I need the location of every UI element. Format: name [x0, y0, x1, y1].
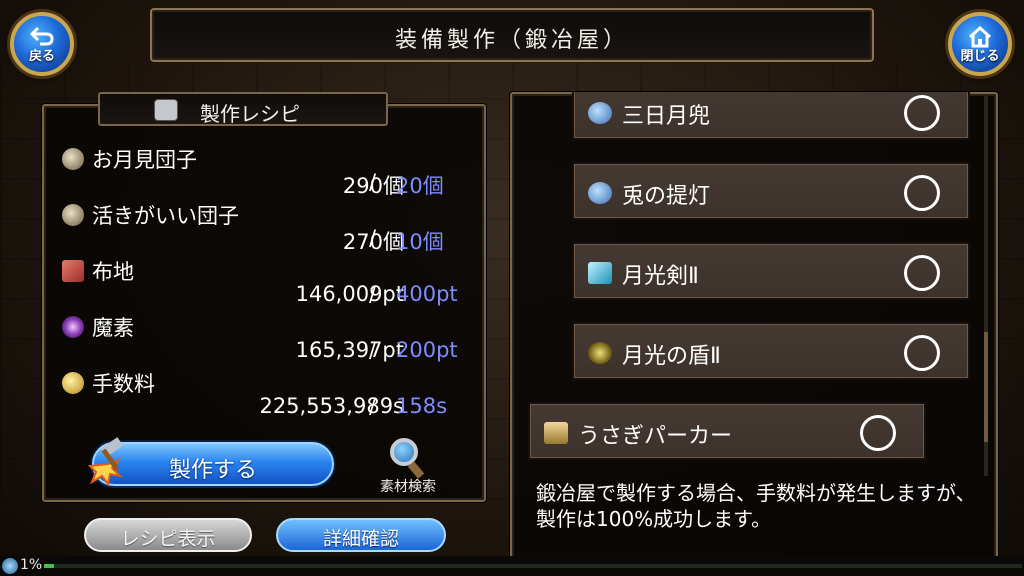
cloth-icon: [62, 260, 84, 282]
circle-mark-icon: [904, 175, 940, 211]
list-item-selected[interactable]: うさぎパーカー: [528, 402, 926, 460]
circle-mark-icon: [904, 335, 940, 371]
material-row: お月見団子 290個 / 20個: [62, 144, 482, 200]
progress-footer: 1%: [0, 556, 1024, 576]
item-list: 三日月兜 兎の提灯 月光剣Ⅱ 月光の盾Ⅱ うさぎパーカー: [510, 92, 998, 476]
coins-icon: [62, 372, 84, 394]
progress-bar: [44, 564, 1022, 568]
material-row: 活きがいい団子 270個 / 10個: [62, 200, 482, 256]
list-item[interactable]: 三日月兜: [572, 92, 970, 140]
details-button[interactable]: 詳細確認: [276, 518, 446, 552]
helmet-icon: [588, 102, 612, 124]
list-item[interactable]: 月光剣Ⅱ: [572, 242, 970, 300]
material-row: 手数料 225,553,989s / 158s: [62, 368, 482, 424]
progress-fill: [44, 564, 54, 568]
recipe-book-icon: [154, 99, 178, 121]
material-row: 布地 146,009pt / 400pt: [62, 256, 482, 312]
recipe-title-bar: 製作レシピ: [98, 92, 388, 126]
dumpling-bag-icon: [62, 204, 84, 226]
parka-icon: [544, 422, 568, 444]
description-box: 鍛冶屋で製作する場合、手数料が発生しますが、製作は100%成功します。: [536, 481, 976, 531]
material-search-button[interactable]: 素材検索: [368, 436, 448, 496]
list-item[interactable]: 月光の盾Ⅱ: [572, 322, 970, 380]
page-title: 装備製作（鍛冶屋）: [394, 28, 629, 53]
magic-orb-icon: [62, 316, 84, 338]
sword-icon: [588, 262, 612, 284]
circle-mark-icon: [860, 415, 896, 451]
recipe-display-button[interactable]: レシピ表示: [84, 518, 252, 552]
dumpling-bag-icon: [62, 148, 84, 170]
back-button[interactable]: 戻る: [10, 12, 74, 76]
list-scrollbar[interactable]: [984, 96, 988, 476]
close-button[interactable]: 閉じる: [948, 12, 1012, 76]
shield-icon: [588, 342, 612, 364]
hammer-icon: [84, 436, 128, 488]
material-row: 魔素 165,397pt / 200pt: [62, 312, 482, 368]
helmet-icon: [588, 182, 612, 204]
list-item[interactable]: 兎の提灯: [572, 162, 970, 220]
circle-mark-icon: [904, 255, 940, 291]
title-bar: 装備製作（鍛冶屋）: [150, 8, 874, 62]
craft-button[interactable]: 製作する: [92, 442, 334, 486]
scrollbar-thumb[interactable]: [984, 332, 988, 442]
status-orb-icon: [2, 558, 18, 574]
circle-mark-icon: [904, 95, 940, 131]
